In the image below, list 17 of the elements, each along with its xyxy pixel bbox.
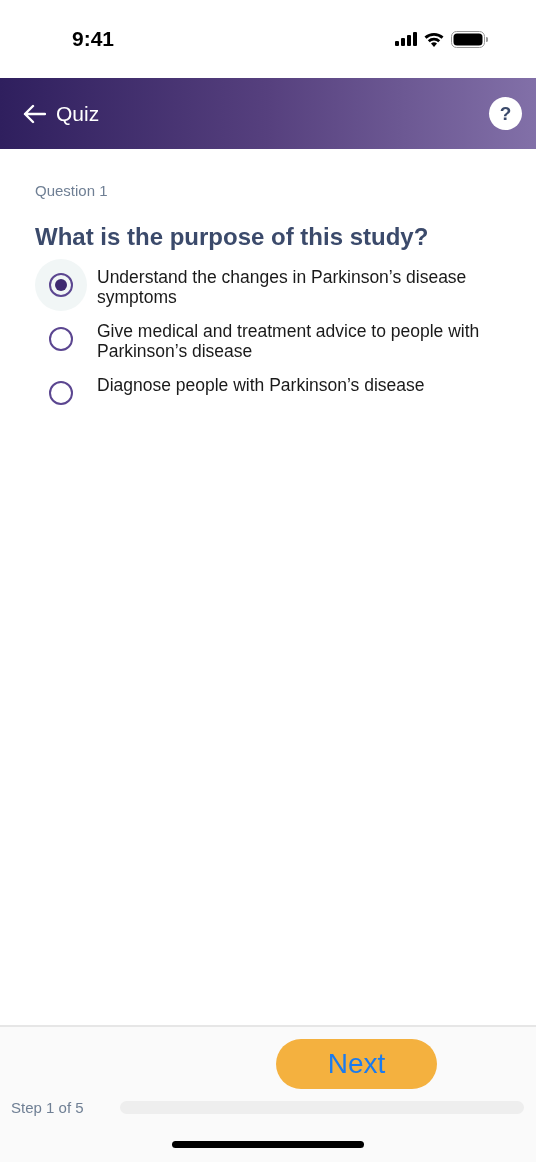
wifi-icon [424,31,444,47]
step-label: Step 1 of 5 [11,1099,84,1116]
option-label: Understand the changes in Parkinson’s disease symptoms [97,266,468,309]
question-text: What is the purpose of this study? [35,223,430,251]
question-number: Question 1 [35,182,109,199]
back-arrow-icon [22,103,46,124]
status-time: 9:41 [72,27,115,51]
radio-button[interactable] [49,327,73,351]
signal-icon [395,32,417,46]
radio-button[interactable] [49,381,73,405]
header-title: Quiz [56,101,100,126]
back-button[interactable]: Quiz [22,101,100,126]
option-label: Give medical and treatment advice to people with Parkinson’s disease [97,320,481,363]
radio-button[interactable] [49,273,73,297]
option-label: Diagnose people with Parkinson’s disease [97,374,425,397]
battery-icon [451,30,488,48]
help-button[interactable]: ? [489,97,522,130]
